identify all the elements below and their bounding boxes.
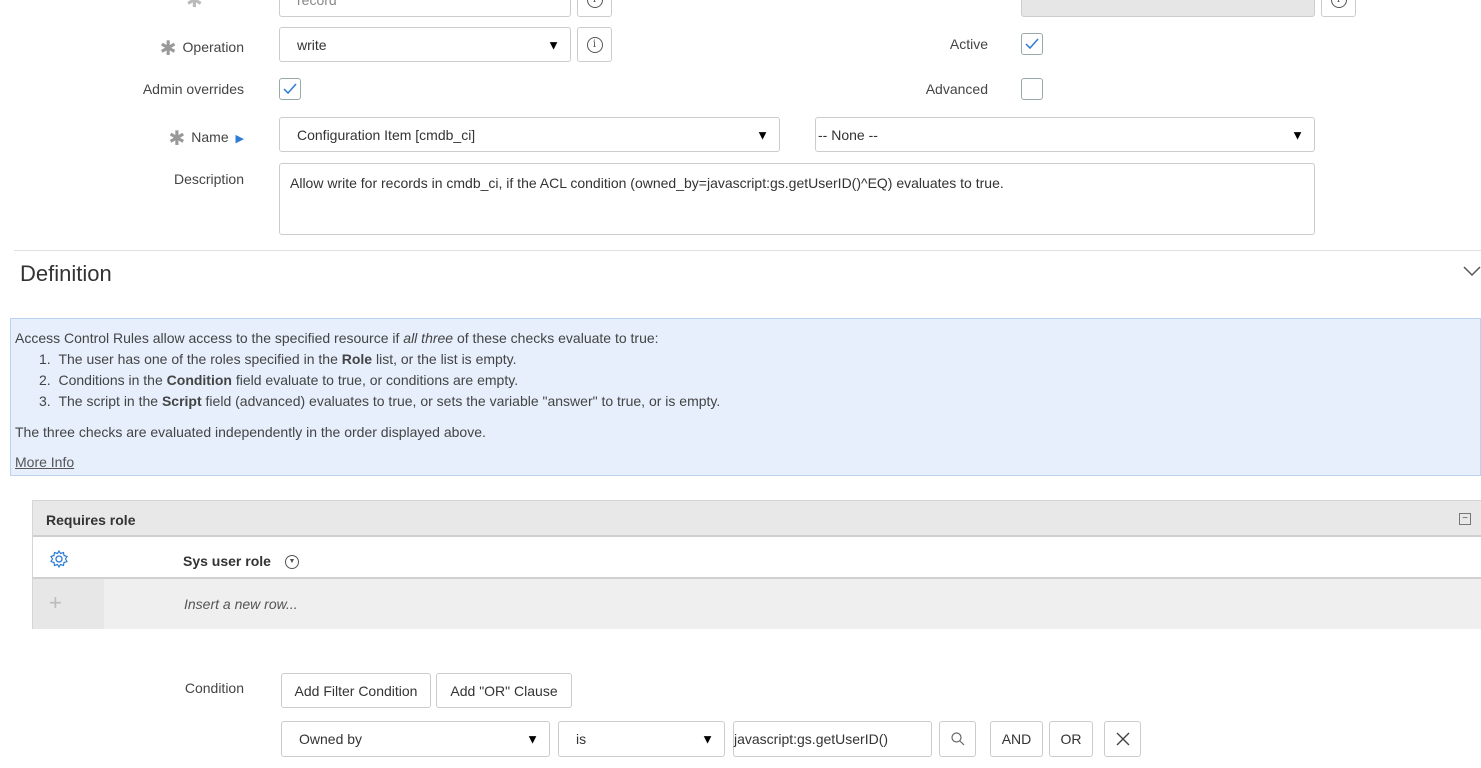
condition-field-select[interactable]: Owned by ▼ [281,721,550,757]
operation-label: ✱ Operation [100,36,244,61]
condition-operator-value: is [576,731,587,747]
condition-label: Condition [184,680,244,696]
insert-row-text: Insert a new row... [184,596,298,612]
info-item-text: The script in the [58,393,162,409]
info-intro-text: Access Control Rules allow access to the… [15,330,404,346]
name-table-select[interactable]: Configuration Item [cmdb_ci] ▼ [279,117,780,152]
collapse-chevron-icon[interactable] [1463,264,1481,280]
definition-divider [14,250,1481,251]
info-icon: i [1330,0,1347,8]
info-item-number: 2. [39,372,51,388]
lookup-button[interactable] [939,721,976,757]
info-item-bold: Condition [166,372,232,388]
dropdown-arrow-icon: ▼ [756,127,769,142]
remove-condition-button[interactable] [1104,721,1141,757]
add-or-clause-button[interactable]: Add "OR" Clause [436,673,572,708]
name-label-text: Name [191,129,229,145]
expand-reference-icon[interactable]: ▶ [236,133,244,145]
applies-to-info-button[interactable]: i [1321,0,1356,17]
definition-title: Definition [20,261,112,286]
dropdown-arrow-icon: ▼ [547,37,560,52]
dropdown-arrow-icon: ▼ [526,731,539,747]
description-textarea[interactable]: Allow write for records in cmdb_ci, if t… [279,163,1315,235]
dropdown-arrow-icon: ▼ [701,731,714,747]
requires-role-header: Requires role − [33,501,1481,537]
required-icon: ✱ [168,128,186,150]
admin-overrides-checkbox[interactable] [279,78,301,100]
or-button[interactable]: OR [1049,721,1093,757]
info-intro-emphasis: all three [403,330,454,346]
advanced-label: Advanced [925,81,988,97]
info-item-text: field evaluate to true, or conditions ar… [231,372,519,388]
operation-info-button[interactable]: i [577,27,612,62]
operation-select[interactable]: write ▼ [279,27,571,62]
info-intro: Access Control Rules allow access to the… [15,330,659,346]
info-icon: i [586,0,603,8]
info-item-text: list, or the list is empty. [372,351,517,367]
info-item-bold: Script [161,393,202,409]
active-checkbox[interactable] [1021,33,1043,55]
checkmark-icon [283,83,297,95]
type-required-marker: ✱ [186,0,203,12]
required-icon: ✱ [159,38,177,60]
name-field-value: -- None -- [818,126,878,143]
insert-row-add-cell [33,579,104,629]
type-info-button[interactable]: i [577,0,612,17]
add-row-plus-icon[interactable]: + [49,590,62,616]
info-item-text: Conditions in the [58,372,167,388]
info-item: 2. Conditions in the Condition field eva… [39,372,518,388]
insert-row[interactable]: + Insert a new row... [33,579,1481,629]
info-footer: The three checks are evaluated independe… [15,424,486,440]
more-info-link[interactable]: More Info [15,454,74,470]
type-select-value: record [297,0,337,8]
collapse-panel-icon[interactable]: − [1459,513,1471,525]
checkmark-icon [1025,38,1039,50]
name-field-select[interactable]: -- None -- ▼ [815,117,1315,152]
info-item: 3. The script in the Script field (advan… [39,393,720,409]
and-button[interactable]: AND [990,721,1043,757]
advanced-checkbox[interactable] [1021,78,1043,100]
acl-info-box: Access Control Rules allow access to the… [10,318,1481,476]
column-menu-icon[interactable]: ▼ [285,555,299,569]
description-label: Description [173,171,244,187]
search-icon [950,732,964,746]
column-header-sys-user-role[interactable]: Sys user role [183,553,271,569]
info-item-bold: Role [341,351,373,367]
condition-value-input[interactable]: javascript:gs.getUserID() [733,721,932,757]
info-item-text: The user has one of the roles specified … [58,351,342,367]
info-item-text: field (advanced) evaluates to true, or s… [201,393,721,409]
operation-select-value: write [297,36,327,53]
description-text: Allow write for records in cmdb_ci, if t… [290,175,1004,191]
requires-role-title: Requires role [46,512,136,528]
add-filter-condition-button[interactable]: Add Filter Condition [281,673,431,708]
info-intro-text-end: of these checks evaluate to true: [453,330,659,346]
condition-value-text: javascript:gs.getUserID() [734,731,889,747]
applies-to-field [1021,0,1315,17]
condition-field-value: Owned by [299,731,363,747]
name-label: ✱ Name ▶ [100,126,244,151]
type-select[interactable]: record [279,0,571,17]
name-table-value: Configuration Item [cmdb_ci] [297,126,476,143]
operation-label-text: Operation [182,39,244,55]
requires-role-panel: Requires role − Sys user role ▼ + Insert… [32,500,1481,629]
info-icon: i [586,36,603,53]
condition-operator-select[interactable]: is ▼ [558,721,725,757]
dropdown-arrow-icon: ▼ [1291,127,1304,142]
info-item-number: 3. [39,393,51,409]
list-settings-gear-icon[interactable] [49,549,69,572]
active-label: Active [949,36,988,52]
close-icon [1116,732,1129,746]
column-header-row: Sys user role ▼ [33,537,1481,579]
admin-overrides-label: Admin overrides [142,81,244,97]
info-item: 1. The user has one of the roles specifi… [39,351,517,367]
info-item-number: 1. [39,351,51,367]
